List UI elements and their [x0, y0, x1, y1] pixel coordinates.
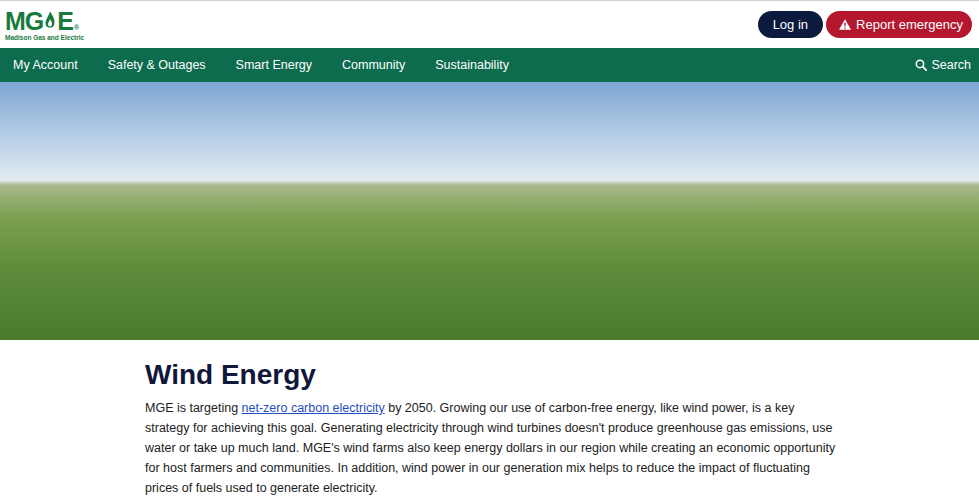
- logo-name: Madison Gas and Electric: [5, 34, 84, 42]
- main-nav: My Account Safety & Outages Smart Energy Co…: [0, 48, 979, 82]
- logo-letter: E: [57, 8, 73, 34]
- nav-item[interactable]: Smart Energy: [236, 58, 312, 72]
- logo-letter: G: [25, 8, 43, 34]
- page: MGE®Madison Gas and ElectricLog inReport…: [0, 0, 979, 499]
- site-header: MGE®Madison Gas and ElectricLog inReport…: [0, 0, 979, 48]
- search-link[interactable]: Search: [915, 58, 971, 72]
- button-label: Log in: [773, 17, 808, 32]
- search-icon: [915, 59, 927, 71]
- flame-icon: [44, 10, 56, 32]
- article-title: Wind Energy: [145, 358, 837, 392]
- logo[interactable]: MGE®Madison Gas and Electric: [5, 8, 84, 42]
- search-label: Search: [931, 58, 971, 72]
- button-label: Report emergency: [856, 17, 963, 32]
- nav-item[interactable]: Sustainability: [435, 58, 509, 72]
- login-button[interactable]: Log in: [758, 11, 823, 38]
- hero-image: [0, 82, 979, 340]
- intro-link[interactable]: net-zero carbon electricity: [242, 401, 385, 415]
- nav-item[interactable]: Community: [342, 58, 405, 72]
- article-intro: MGE is targeting net-zero carbon electri…: [145, 398, 837, 498]
- intro-text: by 2050. Growing our use of carbon-free …: [145, 401, 835, 495]
- nav-item[interactable]: Safety & Outages: [108, 58, 206, 72]
- logo-mark: MGE®: [5, 8, 84, 34]
- logo-letter: M: [5, 8, 25, 34]
- article: Wind Energy MGE is targeting net-zero car…: [0, 340, 979, 498]
- header-buttons: Log in Report emergency: [758, 11, 972, 38]
- registered-mark: ®: [74, 24, 79, 32]
- intro-text: MGE is targeting: [145, 401, 242, 415]
- nav-item[interactable]: My Account: [13, 58, 78, 72]
- nav-items: My Account Safety & Outages Smart Energy Co…: [13, 58, 509, 72]
- warning-icon: [839, 19, 851, 30]
- report-emergency-button[interactable]: Report emergency: [826, 11, 972, 38]
